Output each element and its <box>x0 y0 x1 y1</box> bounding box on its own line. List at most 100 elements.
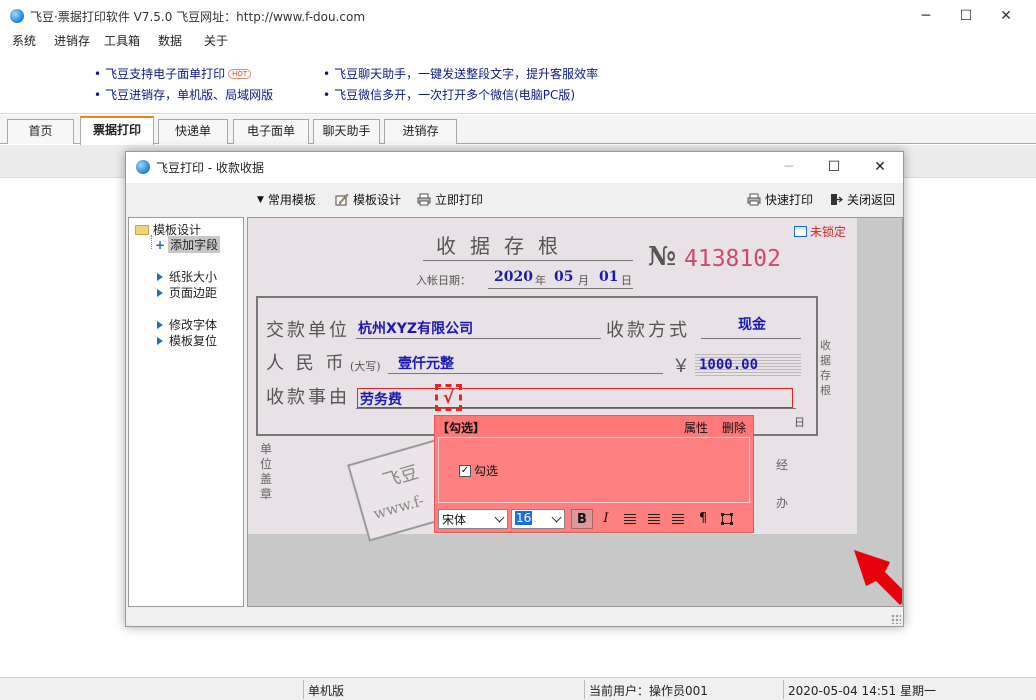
triangle-right-icon <box>157 272 163 281</box>
field-edit-popup: 【勾选】 属性 删除 ✓ 勾选 宋体 16 B I ¶ <box>434 415 754 533</box>
design-canvas: 收据存根 入帐日期： 2020 年 05 月 01 日 № 4138102 未锁… <box>247 217 903 607</box>
dialog-title: 飞豆打印 - 收款收据 <box>156 161 264 175</box>
amount-field[interactable]: 1000.00 <box>695 354 801 376</box>
align-right-icon <box>672 514 684 524</box>
paragraph-button[interactable]: ¶ <box>692 509 714 529</box>
resize-frame-button[interactable] <box>716 509 738 529</box>
promo-links: • 飞豆支持电子面单打印 HOT • 飞豆进销存，单机版、局域网版 • 飞豆聊天助手，一… <box>0 52 1036 114</box>
align-left-icon <box>624 514 636 524</box>
payment-method-label: 收款方式 <box>606 320 690 341</box>
receipt-year[interactable]: 2020 <box>494 269 533 285</box>
italic-button[interactable]: I <box>595 509 617 529</box>
menubar: 系统 进销存 工具箱 数据 关于 <box>0 30 1036 50</box>
check-option-label: 勾选 <box>474 464 499 478</box>
chevron-down-icon <box>551 512 562 523</box>
tab-chat-assistant[interactable]: 聊天助手 <box>313 119 380 144</box>
promo-link-inventory[interactable]: • 飞豆进销存，单机版、局域网版 <box>94 86 273 103</box>
yen-symbol: ￥ <box>672 356 693 377</box>
receipt-title: 收据存根 <box>436 234 572 258</box>
receipt-number-symbol: № <box>648 242 677 272</box>
menu-data[interactable]: 数据 <box>158 32 182 49</box>
promo-link-waybill[interactable]: • 飞豆支持电子面单打印 HOT <box>94 65 252 82</box>
common-templates-label: 常用模板 <box>267 193 316 207</box>
tab-receipt-print[interactable]: 票据打印 <box>80 116 154 145</box>
checkbox-checked-icon[interactable]: ✓ <box>459 464 471 477</box>
payer-underline <box>356 338 601 339</box>
tab-inventory[interactable]: 进销存 <box>384 119 457 144</box>
rmb-uppercase-hint: (大写) <box>350 360 381 373</box>
receipt-image: 收据存根 入帐日期： 2020 年 05 月 01 日 № 4138102 未锁… <box>248 218 857 542</box>
reason-field-box[interactable] <box>357 388 793 408</box>
receipt-month-unit: 月 <box>578 274 589 287</box>
tab-e-waybill[interactable]: 电子面单 <box>233 119 309 144</box>
status-datetime: 2020-05-04 14:51 星期一 <box>788 684 936 698</box>
menu-about[interactable]: 关于 <box>204 32 228 49</box>
bold-button[interactable]: B <box>571 509 593 529</box>
lock-status[interactable]: 未锁定 <box>794 223 846 240</box>
popup-title: 【勾选】 <box>437 421 486 435</box>
align-left-button[interactable] <box>619 509 641 529</box>
resize-grip[interactable] <box>891 614 901 624</box>
promo-link-waybill-label[interactable]: 飞豆支持电子面单打印 <box>105 67 225 81</box>
align-center-icon <box>648 514 660 524</box>
dialog-minimize-button[interactable]: ─ <box>769 156 809 178</box>
menu-toolbox[interactable]: 工具箱 <box>104 32 140 49</box>
print-now-button[interactable]: 立即打印 <box>417 191 483 208</box>
payment-method-value[interactable]: 现金 <box>738 314 766 334</box>
selected-checkbox-field[interactable]: √ <box>435 384 462 411</box>
main-titlebar: 飞豆·票据打印软件 V7.5.0 飞豆网址：http://www.f-dou.c… <box>0 0 1036 32</box>
quick-print-button[interactable]: 快速打印 <box>747 191 813 208</box>
promo-link-chat-label[interactable]: 飞豆聊天助手，一键发送整段文字，提升客服效率 <box>334 67 598 81</box>
printer-icon <box>417 193 431 206</box>
tree-item-paper-size[interactable]: 纸张大小 <box>157 268 217 285</box>
receipt-number: 4138102 <box>684 246 781 272</box>
popup-content: ✓ 勾选 <box>438 437 750 503</box>
dialog-logo-icon <box>136 160 150 174</box>
dialog-maximize-button[interactable]: ☐ <box>814 156 854 178</box>
dialog-close-button[interactable]: ✕ <box>860 156 900 178</box>
quick-printer-icon <box>747 193 761 206</box>
template-design-tree: 模板设计 + 添加字段 纸张大小 页面边距 修改字体 模板复位 <box>128 217 244 607</box>
rmb-label: 人 民 币 <box>266 353 347 374</box>
promo-link-chat[interactable]: • 飞豆聊天助手，一键发送整段文字，提升客服效率 <box>323 65 598 82</box>
tree-item-template-reset[interactable]: 模板复位 <box>157 332 217 349</box>
align-right-button[interactable] <box>667 509 689 529</box>
minimize-button[interactable]: ─ <box>906 4 946 28</box>
template-reset-label: 模板复位 <box>169 334 218 348</box>
reason-label: 收款事由 <box>266 387 350 408</box>
tab-express[interactable]: 快递单 <box>158 119 228 144</box>
font-family-select[interactable]: 宋体 <box>438 509 508 529</box>
pointer-arrow-icon <box>854 550 902 605</box>
tree-item-change-font[interactable]: 修改字体 <box>157 316 217 333</box>
check-option[interactable]: ✓ 勾选 <box>459 462 498 479</box>
receipt-day-unit: 日 <box>621 274 632 287</box>
maximize-button[interactable]: ☐ <box>946 4 986 28</box>
receipt-day[interactable]: 01 <box>599 269 618 285</box>
status-edition: 单机版 <box>308 684 345 698</box>
common-templates-button[interactable]: ▼ 常用模板 <box>257 191 316 208</box>
rmb-underline <box>388 373 663 374</box>
receipt-month[interactable]: 05 <box>554 269 573 285</box>
main-tabs: 首页 票据打印 快递单 电子面单 聊天助手 进销存 <box>0 115 1036 145</box>
close-return-button[interactable]: 关闭返回 <box>829 191 895 208</box>
payer-value[interactable]: 杭州XYZ有限公司 <box>358 318 473 338</box>
menu-inventory[interactable]: 进销存 <box>54 32 90 49</box>
promo-link-inventory-label[interactable]: 飞豆进销存，单机版、局域网版 <box>105 88 273 102</box>
rmb-uppercase-value[interactable]: 壹仟元整 <box>398 353 454 373</box>
status-separator <box>783 680 784 699</box>
font-size-select[interactable]: 16 <box>511 509 565 529</box>
tree-item-add-field[interactable]: + 添加字段 <box>155 236 221 253</box>
delete-link[interactable]: 删除 <box>722 419 746 436</box>
menu-system[interactable]: 系统 <box>12 32 36 49</box>
template-design-button[interactable]: 模板设计 <box>335 191 401 208</box>
tab-home[interactable]: 首页 <box>7 119 74 144</box>
receipt-title-underline <box>423 260 633 261</box>
align-center-button[interactable] <box>643 509 665 529</box>
quick-print-label: 快速打印 <box>765 193 814 207</box>
tree-item-page-margin[interactable]: 页面边距 <box>157 284 217 301</box>
triangle-right-icon <box>157 336 163 345</box>
close-button[interactable]: ✕ <box>986 4 1026 28</box>
properties-link[interactable]: 属性 <box>684 419 708 436</box>
promo-link-wechat-label[interactable]: 飞豆微信多开，一次打开多个微信(电脑PC版) <box>334 88 575 102</box>
promo-link-wechat[interactable]: • 飞豆微信多开，一次打开多个微信(电脑PC版) <box>323 86 575 103</box>
